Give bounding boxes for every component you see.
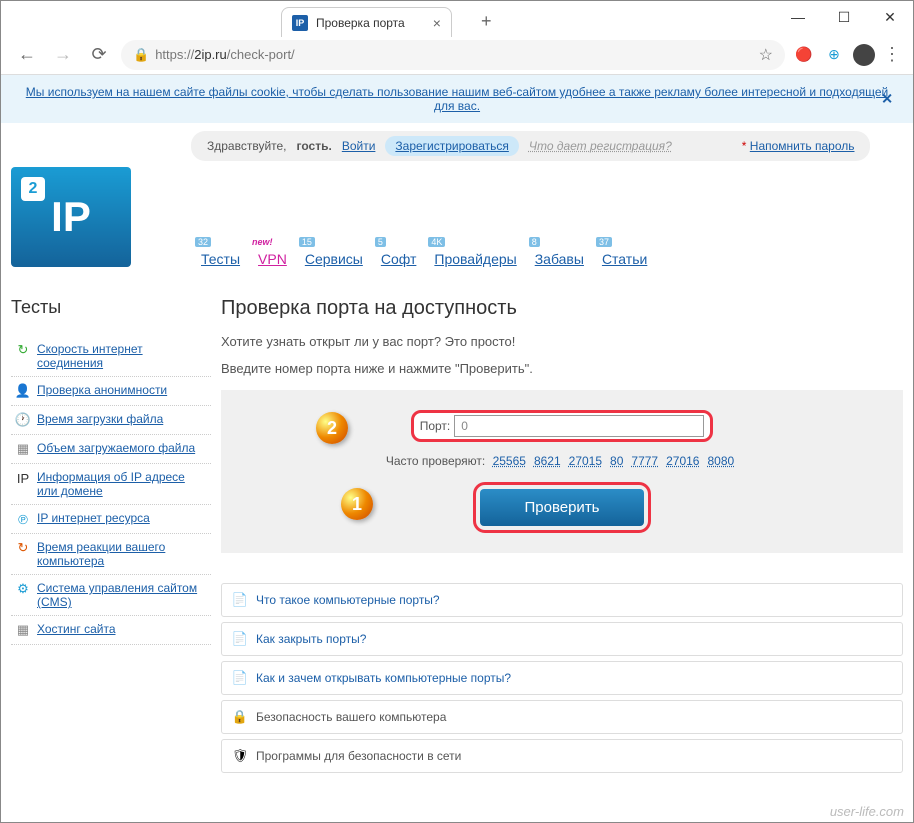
register-link[interactable]: Зарегистрироваться	[385, 136, 518, 156]
freq-port-link[interactable]: 27015	[569, 454, 602, 468]
sidebar-item-5[interactable]: ℗IP интернет ресурса	[11, 505, 211, 534]
sidebar-item-6[interactable]: ↻Время реакции вашего компьютера	[11, 534, 211, 575]
freq-port-link[interactable]: 8080	[707, 454, 734, 468]
sidebar-icon: ▦	[15, 622, 31, 638]
sidebar-item-7[interactable]: ⚙Система управления сайтом (CMS)	[11, 575, 211, 616]
login-link[interactable]: Войти	[342, 139, 376, 153]
profile-avatar[interactable]	[853, 44, 875, 66]
register-hint[interactable]: Что дает регистрация?	[529, 139, 672, 153]
freq-port-link[interactable]: 27016	[666, 454, 699, 468]
minimize-button[interactable]: —	[775, 1, 821, 33]
maximize-button[interactable]: ☐	[821, 1, 867, 33]
url-field[interactable]: 🔒 https://2ip.ru/check-port/ ☆	[121, 40, 785, 70]
cookie-banner: Мы используем на нашем сайте файлы cooki…	[1, 75, 913, 123]
sidebar-item-2[interactable]: 🕐Время загрузки файла	[11, 406, 211, 435]
faq-icon: 🛡	[232, 748, 248, 764]
faq-item-1[interactable]: 📄Как закрыть порты?	[221, 622, 903, 656]
intro-2: Введите номер порта ниже и нажмите "Пров…	[221, 361, 903, 376]
button-highlight: Проверить	[473, 482, 650, 533]
faq-item-0[interactable]: 📄Что такое компьютерные порты?	[221, 583, 903, 617]
port-input[interactable]	[454, 415, 704, 437]
sidebar-item-4[interactable]: IPИнформация об IP адресе или домене	[11, 464, 211, 505]
callout-1: 1	[341, 488, 373, 520]
freq-port-link[interactable]: 7777	[631, 454, 658, 468]
sidebar-icon: ↻	[15, 342, 31, 358]
bookmark-icon[interactable]: ☆	[759, 45, 773, 65]
frequent-ports: Часто проверяют: 25565862127015807777270…	[241, 454, 883, 468]
main-content: Проверка порта на доступность Хотите узн…	[221, 297, 903, 778]
faq-icon: 📄	[232, 592, 248, 608]
faq-icon: 📄	[232, 631, 248, 647]
nav-item-3[interactable]: 5Софт	[381, 251, 417, 267]
new-tab-button[interactable]: +	[481, 11, 492, 32]
sidebar: Тесты ↻Скорость интернет соединения👤Пров…	[11, 297, 211, 778]
sidebar-icon: ℗	[15, 511, 31, 527]
sidebar-icon: ⚙	[15, 581, 31, 597]
tab-close-icon[interactable]: ×	[433, 15, 441, 31]
sidebar-item-1[interactable]: 👤Проверка анонимности	[11, 377, 211, 406]
page-title: Проверка порта на доступность	[221, 297, 903, 320]
sidebar-item-8[interactable]: ▦Хостинг сайта	[11, 616, 211, 645]
freq-port-link[interactable]: 8621	[534, 454, 561, 468]
forward-button[interactable]: →	[49, 41, 77, 69]
check-form: Порт: Часто проверяют: 25565862127015807…	[221, 390, 903, 553]
nav-item-0[interactable]: 32Тесты	[201, 251, 240, 267]
site-logo[interactable]: 2 IP	[11, 167, 131, 267]
nav-item-6[interactable]: 37Статьи	[602, 251, 647, 267]
nav-item-1[interactable]: new!VPN	[258, 251, 287, 267]
check-button[interactable]: Проверить	[480, 489, 643, 526]
sidebar-icon: 👤	[15, 383, 31, 399]
window-titlebar: IP Проверка порта × + — ☐ ✕	[1, 1, 913, 35]
freq-port-link[interactable]: 80	[610, 454, 623, 468]
port-label: Порт:	[420, 419, 451, 433]
cookie-close-icon[interactable]: ✕	[881, 91, 893, 108]
reload-button[interactable]: ⟳	[85, 41, 113, 69]
faq-icon: 📄	[232, 670, 248, 686]
intro-1: Хотите узнать открыт ли у вас порт? Это …	[221, 334, 903, 349]
faq-item-4[interactable]: 🛡Программы для безопасности в сети	[221, 739, 903, 773]
address-bar: ← → ⟳ 🔒 https://2ip.ru/check-port/ ☆ 🔴 ⊕…	[1, 35, 913, 75]
sidebar-icon: 🕐	[15, 412, 31, 428]
sidebar-icon: ↻	[15, 540, 31, 556]
main-nav: 32Тесты new!VPN 15Сервисы 5Софт 4KПровайдеры…	[131, 167, 647, 267]
extension-icon-2[interactable]: ⊕	[823, 44, 845, 66]
remind-password-link[interactable]: Напомнить пароль	[750, 139, 855, 153]
faq-list: 📄Что такое компьютерные порты? 📄Как закры…	[221, 583, 903, 773]
freq-port-link[interactable]: 25565	[493, 454, 526, 468]
watermark: user-life.com	[830, 804, 904, 819]
sidebar-item-3[interactable]: ▦Объем загружаемого файла	[11, 435, 211, 464]
faq-item-2[interactable]: 📄Как и зачем открывать компьютерные порт…	[221, 661, 903, 695]
faq-icon: 🔒	[232, 709, 248, 725]
nav-item-2[interactable]: 15Сервисы	[305, 251, 363, 267]
login-bar: Здравствуйте, гость. Войти Зарегистриров…	[191, 131, 870, 161]
tab-title: Проверка порта	[316, 16, 405, 30]
browser-menu[interactable]: ⋮	[883, 44, 901, 65]
sidebar-icon: ▦	[15, 441, 31, 457]
port-input-highlight: Порт:	[411, 410, 714, 442]
faq-item-3[interactable]: 🔒Безопасность вашего компьютера	[221, 700, 903, 734]
sidebar-title: Тесты	[11, 297, 211, 318]
callout-2: 2	[316, 412, 348, 444]
lock-icon: 🔒	[133, 47, 149, 63]
nav-item-4[interactable]: 4KПровайдеры	[434, 251, 516, 267]
sidebar-item-0[interactable]: ↻Скорость интернет соединения	[11, 336, 211, 377]
browser-tab[interactable]: IP Проверка порта ×	[281, 7, 452, 37]
close-button[interactable]: ✕	[867, 1, 913, 33]
extension-icon[interactable]: 🔴	[793, 44, 815, 66]
nav-item-5[interactable]: 8Забавы	[535, 251, 584, 267]
back-button[interactable]: ←	[13, 41, 41, 69]
cookie-text[interactable]: Мы используем на нашем сайте файлы cooki…	[26, 85, 888, 113]
favicon: IP	[292, 15, 308, 31]
sidebar-icon: IP	[15, 470, 31, 486]
